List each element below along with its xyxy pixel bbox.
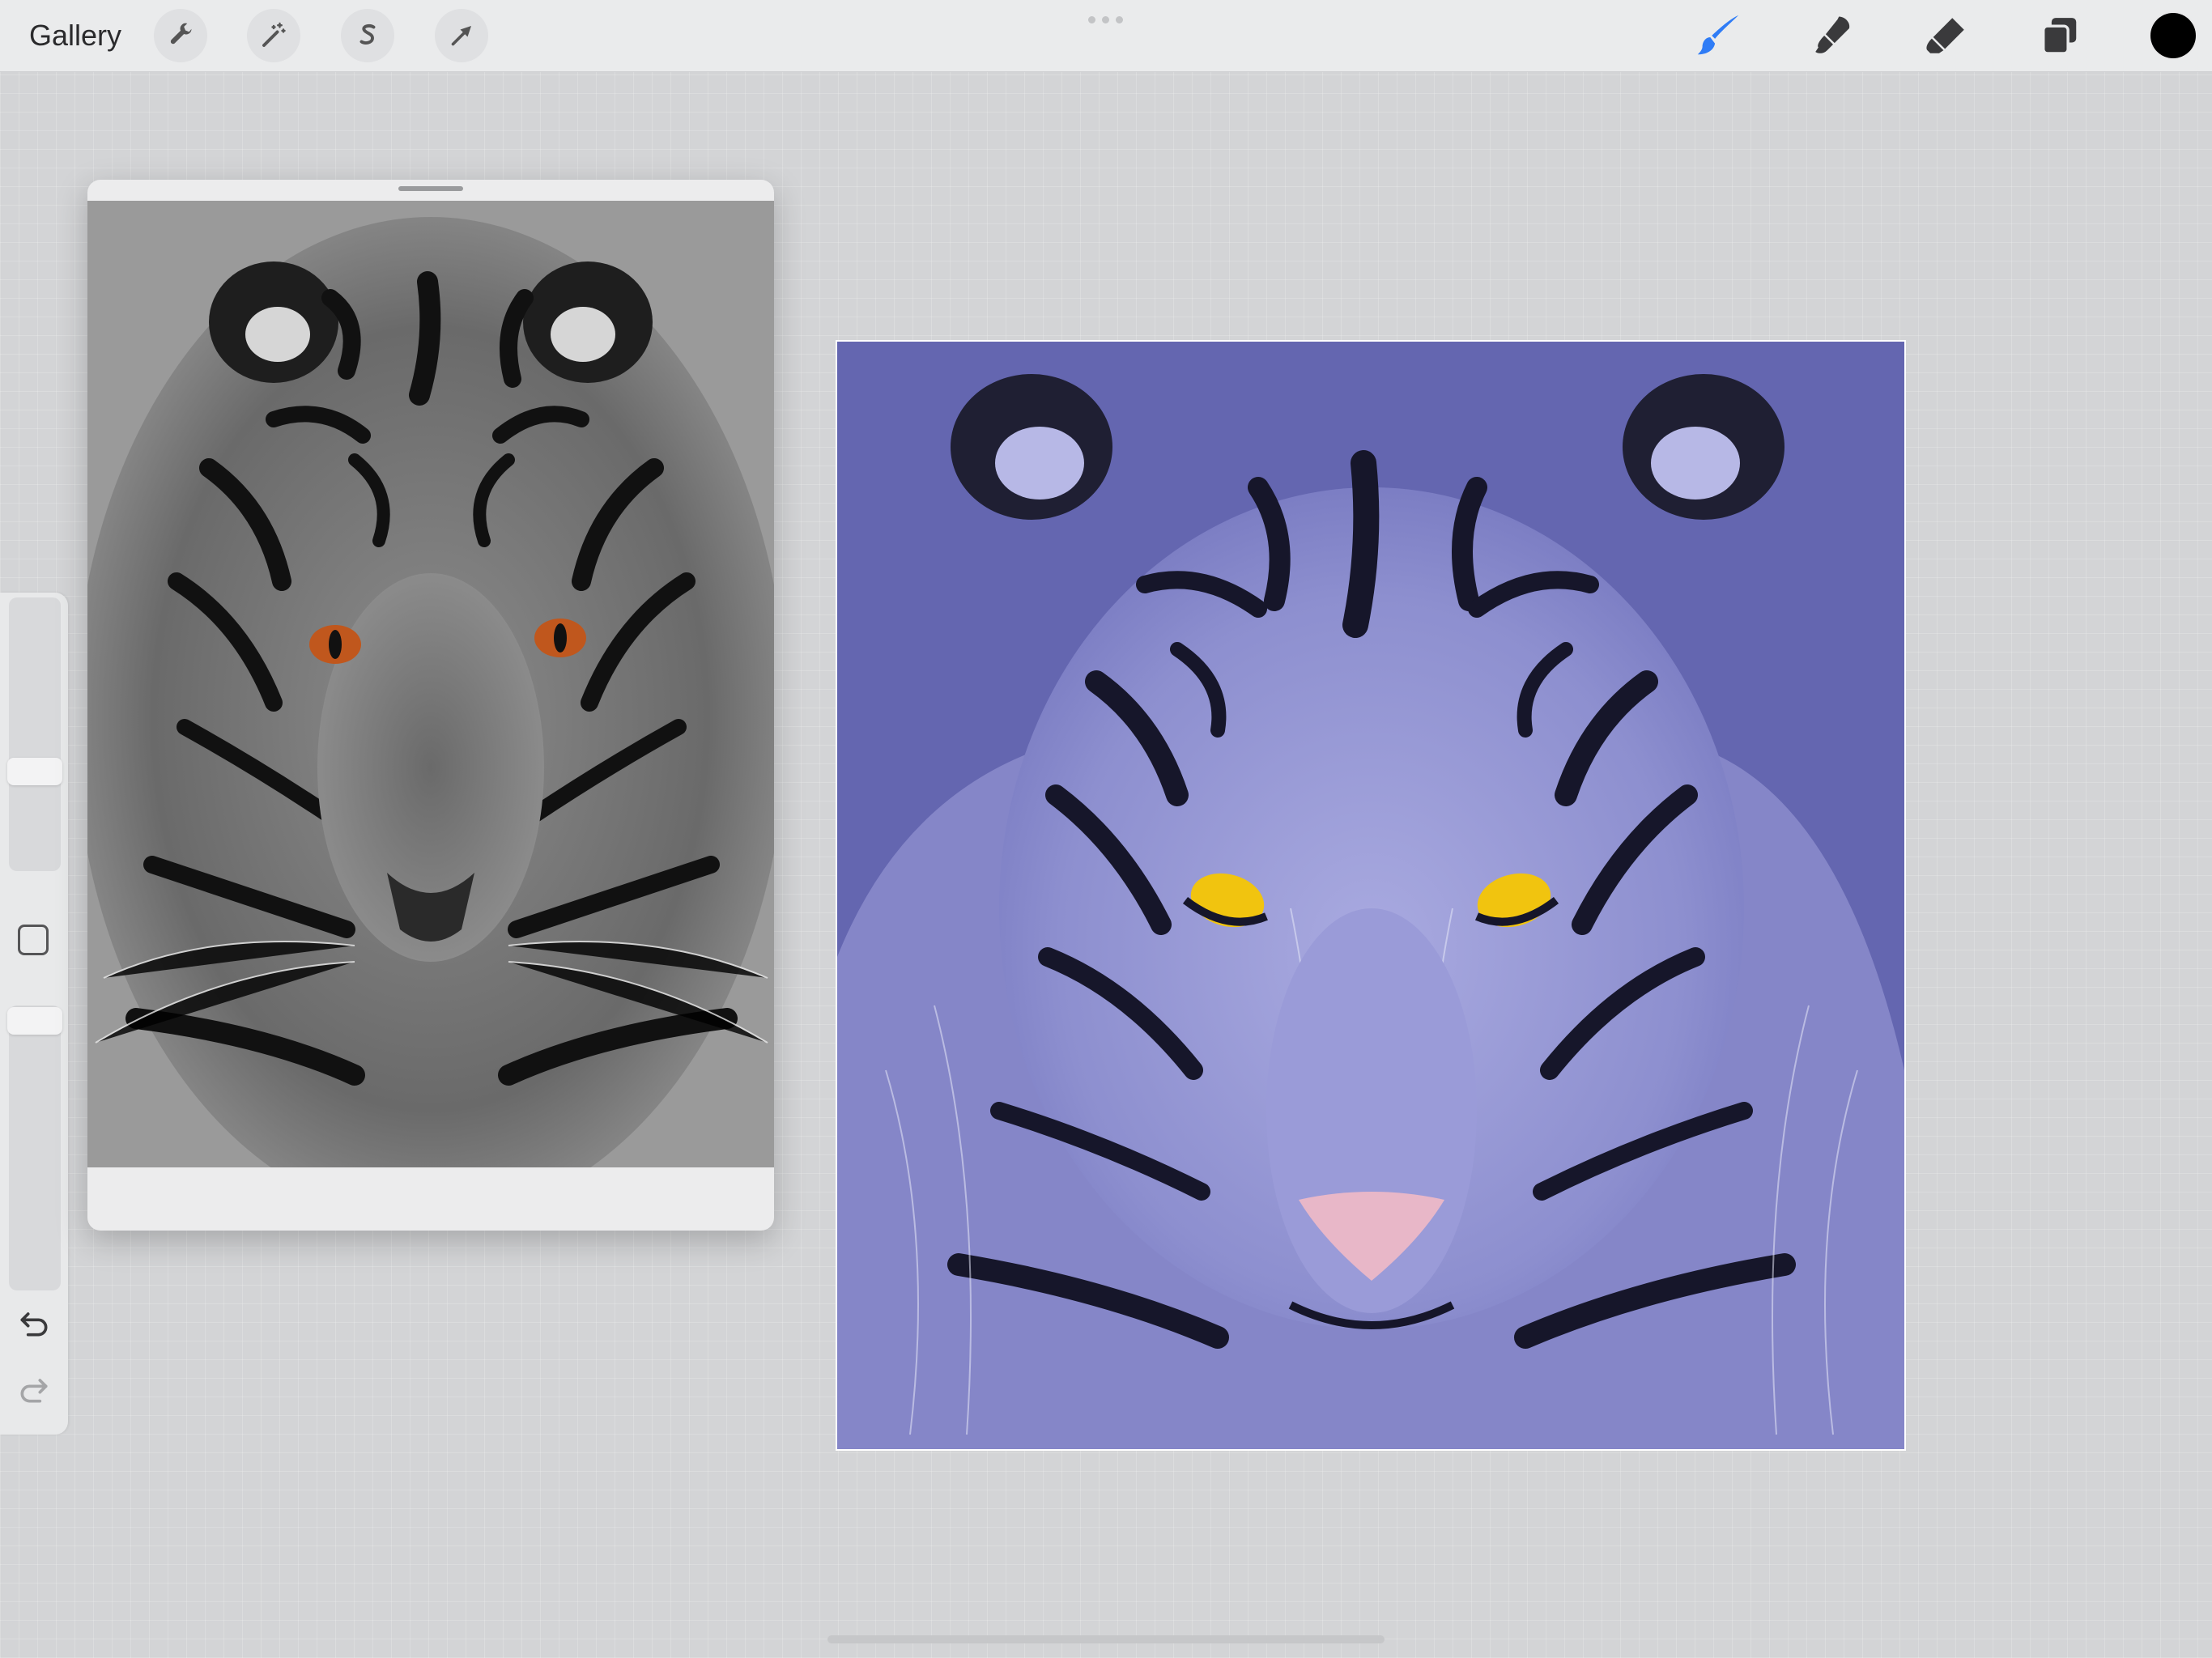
drawing-canvas[interactable]	[837, 342, 1904, 1449]
color-picker-button[interactable]	[2150, 13, 2196, 58]
transform-button[interactable]	[435, 9, 488, 62]
window-grabber[interactable]	[1088, 16, 1123, 23]
actions-button[interactable]	[154, 9, 207, 62]
left-sidebar	[0, 593, 68, 1435]
brush-icon	[1697, 15, 1739, 55]
magic-wand-icon	[262, 22, 286, 47]
selection-button[interactable]	[341, 9, 394, 62]
reference-drag-handle[interactable]	[398, 186, 463, 191]
brush-size-slider[interactable]	[9, 597, 61, 871]
selection-s-icon	[359, 23, 376, 45]
adjustments-button[interactable]	[247, 9, 300, 62]
opacity-slider[interactable]	[9, 1005, 61, 1290]
tiger-artwork	[837, 374, 1904, 1449]
reference-window[interactable]	[87, 180, 774, 1231]
top-toolbar: Gallery	[0, 0, 2212, 72]
transform-arrow-icon	[451, 26, 471, 46]
wrench-icon	[170, 23, 192, 45]
smudge-icon	[1815, 16, 1850, 53]
home-indicator	[827, 1635, 1385, 1643]
eraser-tool-button[interactable]	[1921, 10, 1972, 62]
layers-icon	[2042, 18, 2077, 55]
modify-button[interactable]	[18, 925, 49, 955]
smudge-tool-button[interactable]	[1807, 10, 1859, 62]
layers-button[interactable]	[2034, 10, 2086, 62]
brush-size-thumb[interactable]	[7, 758, 62, 785]
eraser-icon	[1926, 18, 1964, 53]
undo-icon[interactable]	[16, 1305, 52, 1341]
brush-tool-button[interactable]	[1692, 10, 1744, 62]
opacity-thumb[interactable]	[7, 1007, 62, 1035]
redo-icon[interactable]	[16, 1371, 52, 1407]
reference-image	[87, 201, 774, 1167]
gallery-button[interactable]: Gallery	[29, 16, 121, 55]
